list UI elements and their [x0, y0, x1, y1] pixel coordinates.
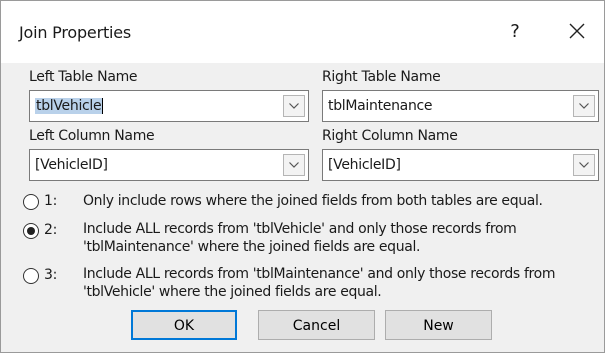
- dialog-title: Join Properties: [19, 23, 132, 42]
- left-column-label: Left Column Name: [29, 128, 155, 144]
- left-table-dropdown-button[interactable]: [283, 95, 305, 117]
- join-option-3-text: Include ALL records from 'tblMaintenance…: [83, 266, 556, 300]
- close-icon[interactable]: [564, 18, 590, 44]
- join-option-1-radio[interactable]: [23, 194, 39, 210]
- left-table-label: Left Table Name: [29, 69, 138, 85]
- join-option-1-text: Only include rows where the joined field…: [83, 193, 543, 209]
- right-table-combobox[interactable]: tblMaintenance: [322, 90, 599, 122]
- join-properties-dialog: Join Properties ? Left Table Name tblVeh…: [0, 0, 605, 353]
- left-column-dropdown-button[interactable]: [283, 154, 305, 176]
- join-option-1-number: 1:: [44, 193, 58, 209]
- cancel-button[interactable]: Cancel: [258, 310, 375, 340]
- right-table-dropdown-button[interactable]: [573, 95, 595, 117]
- right-column-value[interactable]: [VehicleID]: [328, 157, 401, 173]
- help-icon[interactable]: ?: [504, 19, 526, 45]
- join-option-3-radio[interactable]: [23, 268, 39, 284]
- right-column-label: Right Column Name: [322, 128, 458, 144]
- right-column-dropdown-button[interactable]: [573, 154, 595, 176]
- join-option-2-text: Include ALL records from 'tblVehicle' an…: [83, 221, 517, 255]
- title-bar: Join Properties ?: [1, 1, 604, 63]
- chevron-down-icon: [579, 162, 589, 168]
- ok-button[interactable]: OK: [131, 310, 237, 340]
- left-column-value[interactable]: [VehicleID]: [35, 157, 108, 173]
- join-option-2-number: 2:: [44, 222, 58, 238]
- left-table-value[interactable]: tblVehicle: [35, 98, 104, 114]
- chevron-down-icon: [289, 162, 299, 168]
- right-column-combobox[interactable]: [VehicleID]: [322, 149, 599, 181]
- chevron-down-icon: [289, 103, 299, 109]
- join-option-2-radio[interactable]: [23, 223, 39, 239]
- right-table-value[interactable]: tblMaintenance: [328, 98, 433, 114]
- chevron-down-icon: [579, 103, 589, 109]
- new-button[interactable]: New: [385, 310, 492, 340]
- right-table-label: Right Table Name: [322, 69, 441, 85]
- left-column-combobox[interactable]: [VehicleID]: [29, 149, 309, 181]
- left-table-combobox[interactable]: tblVehicle: [29, 90, 309, 122]
- join-option-3-number: 3:: [44, 267, 58, 283]
